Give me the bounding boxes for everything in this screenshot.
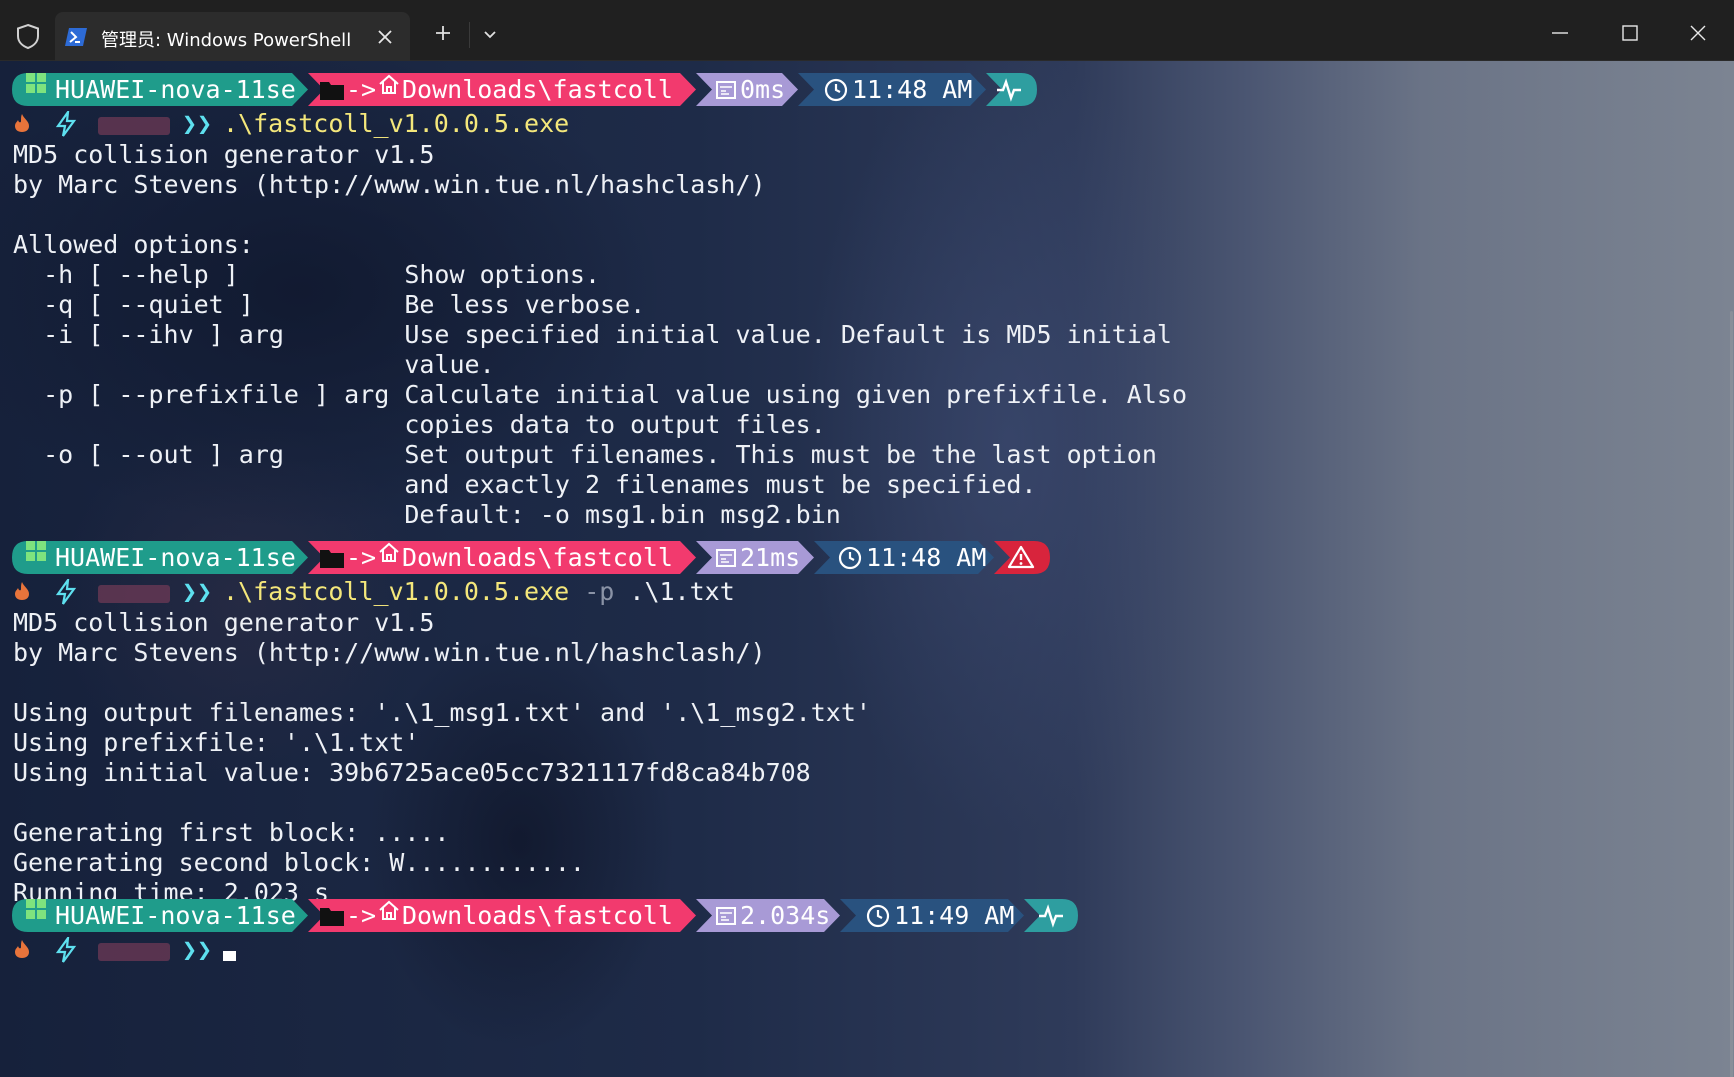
command-arg: .\1.txt [614, 577, 735, 606]
flame-icon [15, 582, 29, 600]
output-line: -p [ --prefixfile ] arg Calculate initia… [13, 380, 1187, 409]
command-duration: 2.034s [740, 901, 831, 930]
command-flag: -p [569, 577, 615, 606]
username-redacted [98, 943, 170, 961]
scrollbar[interactable] [1730, 311, 1733, 1077]
flame-icon [15, 940, 29, 958]
prompt-bar: HUAWEI-nova-11se -> Downloads\fastcoll 2… [12, 541, 1050, 574]
folder-icon [320, 908, 344, 926]
windows-icon [26, 541, 46, 561]
clock-icon [838, 546, 862, 570]
prompt-symbol: ❯❯ [182, 935, 213, 964]
output-line: Default: -o msg1.bin msg2.bin [13, 500, 841, 529]
command-text: .\fastcoll_v1.0.0.5.exe -p .\1.txt [223, 575, 735, 608]
output-line: Generating second block: W............ [13, 848, 585, 877]
pulse-icon [997, 78, 1021, 102]
lightning-icon [55, 937, 77, 963]
output-line: MD5 collision generator v1.5 [13, 608, 435, 637]
home-icon [379, 542, 399, 562]
windows-icon [26, 73, 46, 93]
clock-time: 11:48 AM [852, 75, 973, 104]
current-path: Downloads\fastcoll [402, 901, 673, 930]
folder-icon [320, 550, 344, 568]
username-redacted [98, 117, 170, 135]
pulse-icon [1039, 904, 1063, 928]
output-line: Allowed options: [13, 230, 254, 259]
title-bar: 管理员: Windows PowerShell [0, 0, 1734, 61]
current-path: Downloads\fastcoll [402, 75, 673, 104]
stopwatch-icon [716, 907, 736, 925]
host-name: HUAWEI-nova-11se [55, 543, 296, 572]
output-line: MD5 collision generator v1.5 [13, 140, 435, 169]
windows-icon [26, 899, 46, 919]
username-redacted [98, 585, 170, 603]
folder-icon [320, 82, 344, 100]
output-line: copies data to output files. [13, 410, 826, 439]
clock-icon [866, 904, 890, 928]
minimize-icon [1552, 32, 1568, 34]
home-icon [379, 74, 399, 94]
lightning-icon [55, 579, 77, 605]
prompt-symbol: ❯❯ [182, 577, 213, 606]
output-line: value. [13, 350, 495, 379]
prompt-line: ❯❯ .\fastcoll_v1.0.0.5.exe -p .\1.txt [13, 575, 773, 608]
output-line: Using output filenames: '.\1_msg1.txt' a… [13, 698, 871, 727]
output-line: by Marc Stevens (http://www.win.tue.nl/h… [13, 170, 766, 199]
command-duration: 21ms [740, 543, 801, 572]
command-exe: .\fastcoll_v1.0.0.5.exe [223, 577, 570, 606]
flame-icon [15, 114, 29, 132]
clock-icon [824, 78, 848, 102]
powershell-icon [65, 28, 87, 46]
prompt-bar: HUAWEI-nova-11se -> Downloads\fastcoll 0… [12, 73, 1037, 106]
clock-time: 11:49 AM [894, 901, 1015, 930]
lightning-icon [55, 111, 77, 137]
close-button[interactable] [1662, 12, 1732, 52]
path-arrow: -> [346, 543, 377, 572]
clock-time: 11:48 AM [866, 543, 987, 572]
close-icon [1690, 25, 1706, 41]
host-name: HUAWEI-nova-11se [55, 75, 296, 104]
warning-icon [1007, 545, 1035, 569]
output-line: Using initial value: 39b6725ace05cc73211… [13, 758, 811, 787]
new-tab-icon[interactable] [428, 18, 458, 48]
output-line: -h [ --help ] Show options. [13, 260, 600, 289]
tab-divider [469, 22, 470, 48]
prompt-line[interactable]: ❯❯ [13, 933, 413, 966]
text-cursor[interactable] [223, 951, 236, 961]
prompt-bar: HUAWEI-nova-11se -> Downloads\fastcoll 2… [12, 899, 1078, 932]
command-text: .\fastcoll_v1.0.0.5.exe [223, 107, 569, 140]
host-name: HUAWEI-nova-11se [55, 901, 296, 930]
path-arrow: -> [346, 75, 377, 104]
output-line: by Marc Stevens (http://www.win.tue.nl/h… [13, 638, 766, 667]
terminal-window: 管理员: Windows PowerShell HUAWEI-nova-11se… [0, 0, 1734, 1077]
tab-close-icon[interactable] [376, 28, 394, 46]
command-duration: 0ms [740, 75, 786, 104]
minimize-button[interactable] [1524, 12, 1594, 52]
stopwatch-icon [716, 81, 736, 99]
prompt-symbol: ❯❯ [182, 109, 213, 138]
maximize-icon [1622, 25, 1638, 41]
output-line: -q [ --quiet ] Be less verbose. [13, 290, 646, 319]
chevron-down-icon[interactable] [478, 22, 502, 46]
path-arrow: -> [346, 901, 377, 930]
output-line: -o [ --out ] arg Set output filenames. T… [13, 440, 1157, 469]
command-exe: .\fastcoll_v1.0.0.5.exe [223, 109, 570, 138]
maximize-button[interactable] [1594, 12, 1664, 52]
current-path: Downloads\fastcoll [402, 543, 673, 572]
output-line: and exactly 2 filenames must be specifie… [13, 470, 1037, 499]
prompt-line: ❯❯ .\fastcoll_v1.0.0.5.exe [13, 107, 713, 140]
tab-title: 管理员: Windows PowerShell [101, 30, 352, 51]
output-line: -i [ --ihv ] arg Use specified initial v… [13, 320, 1172, 349]
home-icon [379, 900, 399, 920]
terminal-content[interactable]: HUAWEI-nova-11se -> Downloads\fastcoll 0… [0, 61, 1734, 1077]
output-line: Using prefixfile: '.\1.txt' [13, 728, 420, 757]
tab-powershell[interactable]: 管理员: Windows PowerShell [55, 12, 410, 61]
stopwatch-icon [716, 549, 736, 567]
shield-icon [17, 23, 39, 50]
output-line: Generating first block: ..... [13, 818, 450, 847]
